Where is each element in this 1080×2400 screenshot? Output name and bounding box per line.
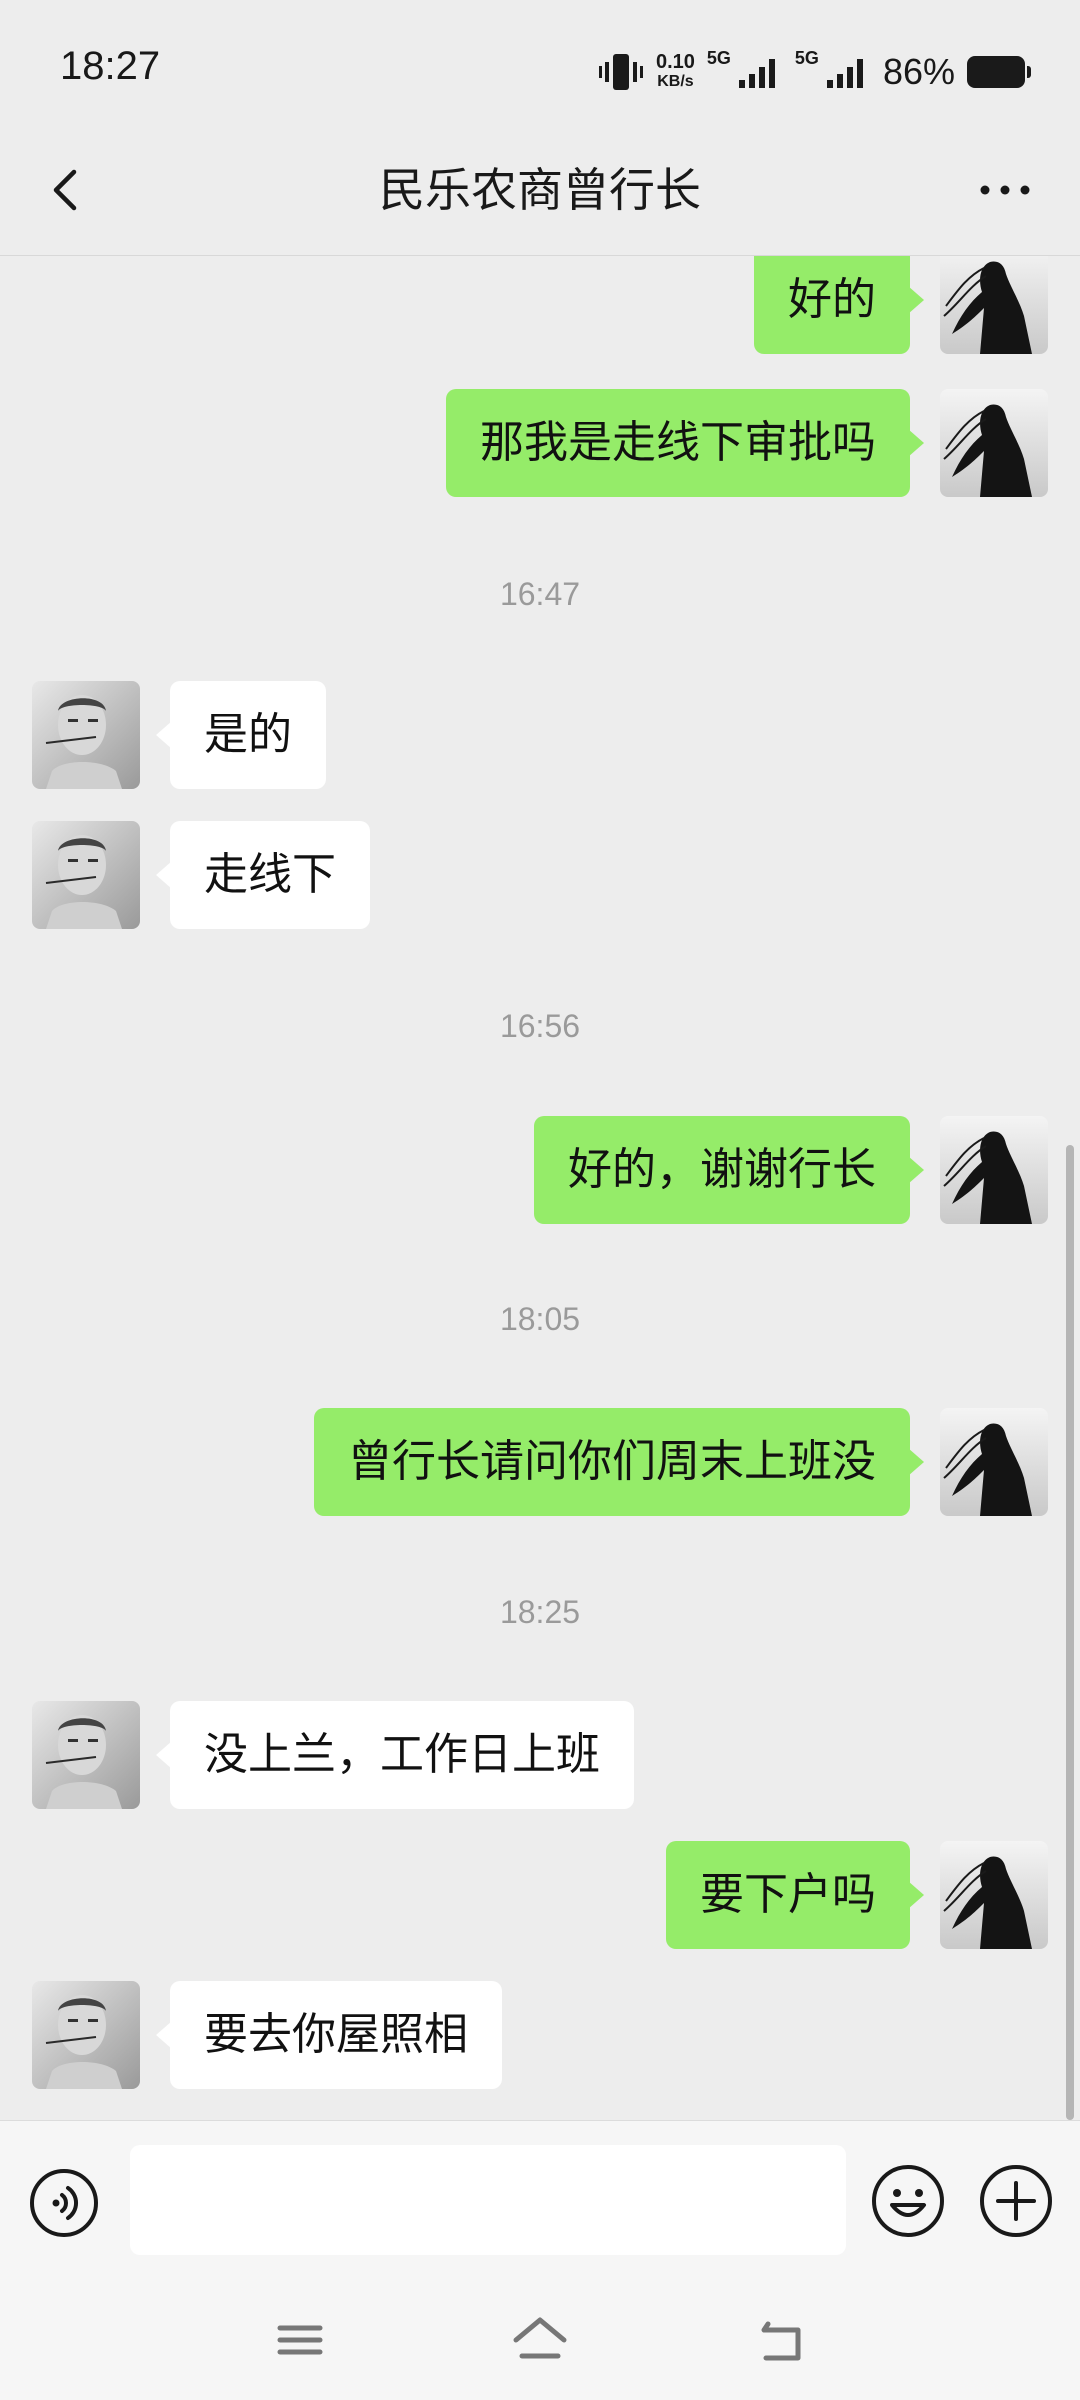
home-icon[interactable] [510, 2310, 570, 2370]
vibrate-icon [598, 54, 643, 90]
chat-header: 民乐农商曾行长 [0, 130, 1080, 256]
my-avatar[interactable] [940, 1116, 1048, 1224]
signal-icon [738, 59, 775, 88]
status-bar: 18:27 0.10 KB/s 5G 5G 86% [0, 0, 1080, 130]
incoming-message[interactable]: 没上兰，工作日上班 [156, 1701, 634, 1809]
signal-icon [826, 59, 863, 88]
sim2-label: 5G [794, 47, 819, 68]
net-speed: 0.10 KB/s [655, 51, 695, 90]
timestamp: 18:05 [499, 1301, 581, 1337]
incoming-message[interactable]: 要去你屋照相 [156, 1981, 502, 2089]
chat-title: 民乐农商曾行长 [379, 163, 701, 217]
contact-avatar[interactable] [32, 1981, 140, 2089]
contact-avatar[interactable] [32, 821, 140, 929]
more-dots-icon[interactable] [970, 160, 1040, 220]
my-avatar[interactable] [940, 1841, 1048, 1949]
plus-icon[interactable] [978, 2163, 1054, 2239]
outgoing-message[interactable]: 要下户吗 [666, 1841, 924, 1949]
battery-icon [967, 56, 1031, 88]
menu-icon[interactable] [270, 2310, 330, 2370]
incoming-message[interactable]: 走线下 [156, 821, 370, 929]
my-avatar[interactable] [940, 1408, 1048, 1516]
my-avatar[interactable] [940, 389, 1048, 497]
outgoing-message[interactable]: 好的，谢谢行长 [534, 1116, 924, 1224]
voice-icon[interactable] [28, 2167, 100, 2239]
input-bar [0, 2120, 1080, 2281]
back-icon[interactable] [750, 2310, 810, 2370]
contact-avatar[interactable] [32, 1701, 140, 1809]
status-time: 18:27 [60, 44, 161, 88]
my-avatar[interactable] [940, 256, 1048, 354]
incoming-message[interactable]: 是的 [156, 681, 326, 789]
message-input[interactable] [130, 2145, 846, 2255]
outgoing-message[interactable]: 好的 [754, 256, 924, 354]
timestamp: 16:47 [499, 576, 581, 612]
contact-avatar[interactable] [32, 681, 140, 789]
sim1-label: 5G [706, 47, 731, 68]
status-indicators: 0.10 KB/s 5G 5G 86% [598, 44, 1031, 100]
outgoing-message[interactable]: 曾行长请问你们周末上班没 [314, 1408, 924, 1516]
outgoing-message[interactable]: 那我是走线下审批吗 [446, 389, 924, 497]
emoji-icon[interactable] [870, 2163, 946, 2239]
system-nav-bar [0, 2280, 1080, 2400]
chat-history[interactable]: 好的 那我是走线下审批吗 16:47 是的 走线下 16:56 好的，谢谢行长 … [0, 256, 1080, 2120]
timestamp: 16:56 [499, 1008, 581, 1044]
timestamp: 18:25 [499, 1594, 581, 1630]
battery-percent: 86% [882, 51, 955, 92]
chat-scrollbar[interactable] [1066, 1145, 1074, 2120]
